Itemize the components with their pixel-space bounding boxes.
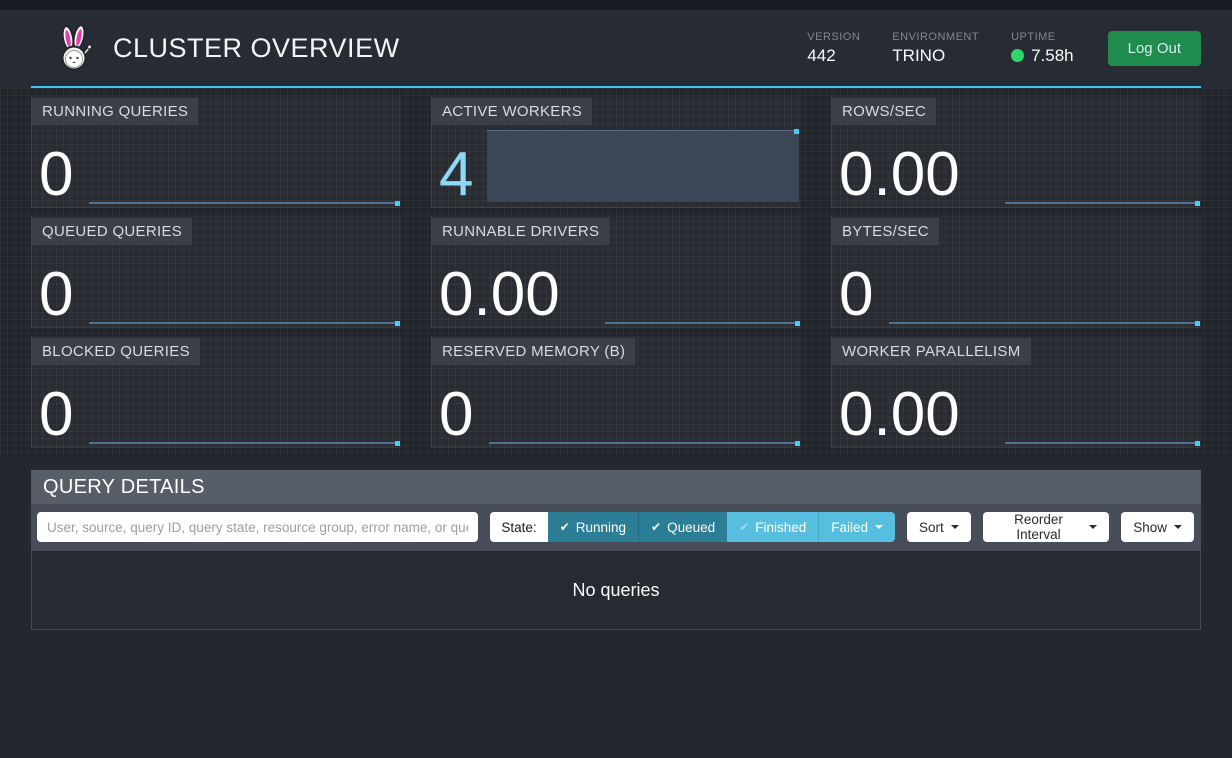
trino-bunny-logo (55, 25, 95, 71)
query-search-input[interactable] (37, 512, 478, 542)
state-filter-finished[interactable]: ✔ Finished (727, 512, 818, 542)
logout-button[interactable]: Log Out (1108, 31, 1201, 66)
uptime-label: UPTIME (1011, 31, 1074, 43)
tile-reserved-memory[interactable]: RESERVED MEMORY (B) 0 (431, 336, 801, 448)
environment-value: TRINO (892, 46, 979, 66)
caret-down-icon (1089, 525, 1097, 529)
empty-state-message: No queries (572, 580, 659, 601)
tile-rows-per-sec[interactable]: ROWS/SEC 0.00 (831, 96, 1201, 208)
sparkline (1005, 202, 1199, 204)
version-info: VERSION 442 (807, 31, 860, 66)
query-details-title: QUERY DETAILS (31, 470, 1201, 504)
caret-down-icon (1174, 525, 1182, 529)
page-title: CLUSTER OVERVIEW (113, 33, 400, 64)
environment-label: ENVIRONMENT (892, 31, 979, 43)
environment-info: ENVIRONMENT TRINO (892, 31, 979, 66)
query-details-panel: QUERY DETAILS State: ✔ Running ✔ Queued … (31, 470, 1201, 630)
sort-dropdown[interactable]: Sort (907, 512, 971, 542)
tile-value: 0 (39, 266, 73, 325)
tile-label: BYTES/SEC (832, 218, 939, 245)
state-label: State: (490, 512, 547, 542)
tile-running-queries[interactable]: RUNNING QUERIES 0 (31, 96, 401, 208)
tile-queued-queries[interactable]: QUEUED QUERIES 0 (31, 216, 401, 328)
uptime-value: 7.58h (1031, 46, 1074, 66)
navbar: CLUSTER OVERVIEW VERSION 442 ENVIRONMENT… (0, 10, 1232, 88)
tile-worker-parallelism[interactable]: WORKER PARALLELISM 0.00 (831, 336, 1201, 448)
sparkline (489, 442, 799, 444)
tile-value: 0.00 (439, 266, 560, 325)
tile-bytes-per-sec[interactable]: BYTES/SEC 0 (831, 216, 1201, 328)
check-icon: ✔ (560, 520, 570, 534)
sparkline (1005, 442, 1199, 444)
tile-label: QUEUED QUERIES (32, 218, 192, 245)
caret-down-icon (875, 525, 883, 529)
tile-value: 4 (439, 146, 473, 205)
sparkline-area (487, 130, 799, 202)
state-filter-failed-dropdown[interactable]: Failed (818, 512, 895, 542)
status-dot-icon (1011, 49, 1024, 62)
sparkline (889, 322, 1199, 324)
tile-label: BLOCKED QUERIES (32, 338, 200, 365)
reorder-interval-dropdown[interactable]: Reorder Interval (983, 512, 1109, 542)
version-value: 442 (807, 46, 860, 66)
tile-label: RESERVED MEMORY (B) (432, 338, 635, 365)
top-strip (0, 0, 1232, 10)
check-icon: ✔ (651, 520, 661, 534)
tile-value: 0.00 (839, 386, 960, 445)
show-dropdown[interactable]: Show (1121, 512, 1194, 542)
tile-value: 0 (39, 386, 73, 445)
tile-label: ROWS/SEC (832, 98, 936, 125)
tile-label: WORKER PARALLELISM (832, 338, 1031, 365)
state-filter-running[interactable]: ✔ Running (548, 512, 638, 542)
tile-value: 0 (839, 266, 873, 325)
uptime-info: UPTIME 7.58h (1011, 31, 1074, 66)
tile-runnable-drivers[interactable]: RUNNABLE DRIVERS 0.00 (431, 216, 801, 328)
caret-down-icon (951, 525, 959, 529)
tile-blocked-queries[interactable]: BLOCKED QUERIES 0 (31, 336, 401, 448)
state-filter-group: State: ✔ Running ✔ Queued ✔ Finished Fai… (490, 512, 895, 542)
sparkline (89, 442, 399, 444)
cluster-stats-section: RUNNING QUERIES 0 ACTIVE WORKERS 4 ROWS/… (0, 88, 1232, 458)
tile-value: 0 (439, 386, 473, 445)
tile-label: ACTIVE WORKERS (432, 98, 592, 125)
query-list-area: No queries (31, 551, 1201, 630)
tile-value: 0 (39, 146, 73, 205)
sparkline (605, 322, 799, 324)
tile-value: 0.00 (839, 146, 960, 205)
version-label: VERSION (807, 31, 860, 43)
check-icon: ✔ (739, 520, 749, 534)
tile-active-workers[interactable]: ACTIVE WORKERS 4 (431, 96, 801, 208)
tile-label: RUNNING QUERIES (32, 98, 198, 125)
query-toolbar: State: ✔ Running ✔ Queued ✔ Finished Fai… (31, 504, 1201, 551)
tile-label: RUNNABLE DRIVERS (432, 218, 609, 245)
state-filter-queued[interactable]: ✔ Queued (638, 512, 727, 542)
sparkline (89, 202, 399, 204)
sparkline (89, 322, 399, 324)
